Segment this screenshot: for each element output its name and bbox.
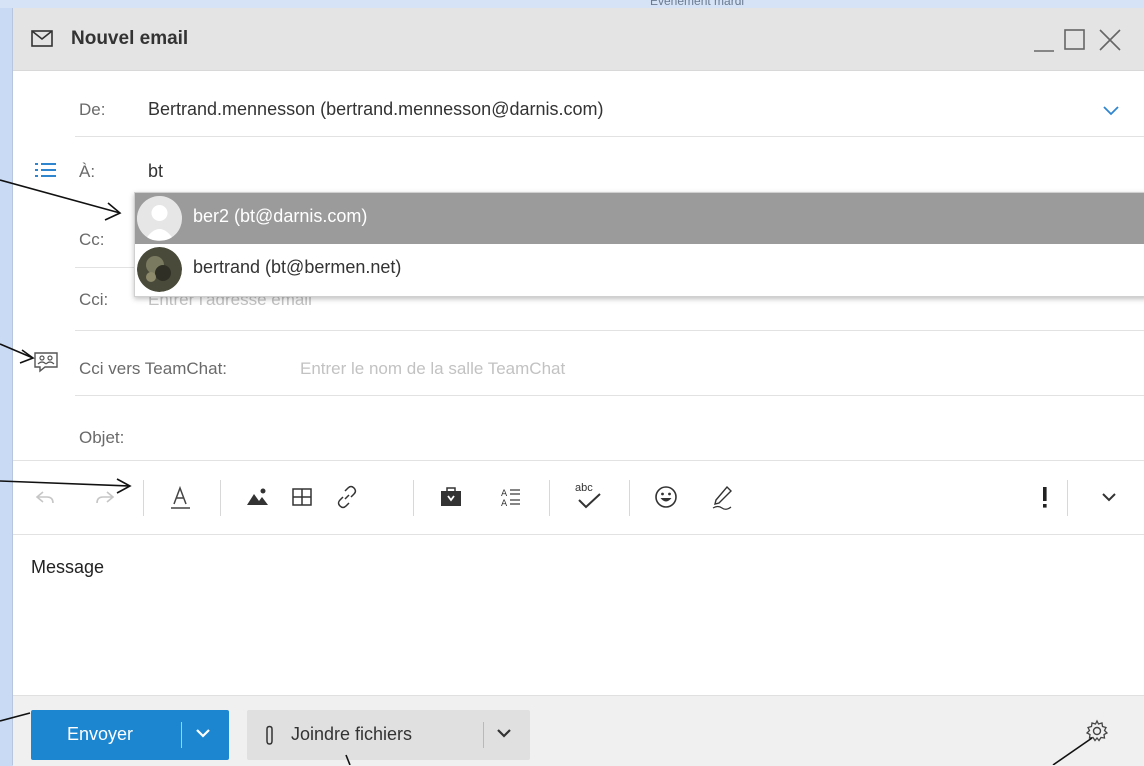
window-title: Nouvel email	[71, 28, 189, 49]
teamchat-icon[interactable]	[33, 351, 59, 378]
paperclip-icon	[263, 725, 277, 752]
subject-row[interactable]: Objet:	[13, 396, 1144, 460]
bcc-label: Cci:	[79, 290, 109, 309]
autocomplete-item-text: bertrand (bt@bermen.net)	[193, 257, 402, 277]
svg-text:A: A	[501, 489, 508, 499]
teamchat-input[interactable]: Entrer le nom de la salle TeamChat	[300, 359, 565, 379]
to-row[interactable]: À: bt	[13, 137, 1144, 197]
to-input[interactable]: bt	[148, 161, 163, 182]
spellcheck-icon[interactable]: abc	[573, 482, 607, 510]
compose-window: Nouvel email De: Bertrand.mennesson (ber…	[12, 8, 1144, 766]
teamchat-label: Cci vers TeamChat:	[79, 359, 228, 378]
toolbar-separator	[220, 480, 221, 516]
editor-toolbar: AA abc	[13, 460, 1144, 535]
from-label: De:	[79, 100, 106, 119]
background-window: Evenement mardi	[0, 0, 1144, 8]
minimize-icon[interactable]	[1030, 26, 1058, 54]
background-text: Evenement mardi	[650, 0, 745, 8]
link-icon[interactable]	[334, 484, 360, 510]
toolbar-separator	[143, 480, 144, 516]
field-icon[interactable]: AA	[498, 484, 524, 510]
table-icon[interactable]	[289, 484, 315, 510]
cc-label: Cc:	[79, 230, 105, 249]
maximize-icon[interactable]	[1061, 26, 1089, 54]
from-row[interactable]: De: Bertrand.mennesson (bertrand.menness…	[13, 70, 1144, 136]
send-options-chevron-icon[interactable]	[194, 726, 212, 745]
send-button[interactable]: Envoyer	[31, 710, 229, 760]
autocomplete-item[interactable]: bertrand (bt@bermen.net)	[135, 244, 1144, 295]
button-separator	[483, 722, 484, 748]
emoji-icon[interactable]	[653, 484, 679, 510]
send-label: Envoyer	[67, 724, 134, 744]
autocomplete-item[interactable]: ber2 (bt@darnis.com)	[135, 193, 1144, 244]
contact-list-icon[interactable]	[35, 162, 57, 183]
subject-label: Objet:	[79, 428, 125, 447]
attach-options-chevron-icon[interactable]	[495, 726, 513, 745]
settings-gear-icon[interactable]	[1085, 719, 1109, 748]
chevron-down-icon[interactable]	[1102, 104, 1120, 122]
image-icon[interactable]	[245, 484, 271, 510]
redo-icon[interactable]	[91, 484, 117, 510]
to-label: À:	[79, 162, 96, 181]
svg-text:A: A	[501, 499, 508, 509]
autocomplete-dropdown: ber2 (bt@darnis.com) bertrand (bt@bermen…	[134, 192, 1144, 297]
toolbar-separator	[1067, 480, 1068, 516]
compose-footer: Envoyer Joindre fichiers	[13, 695, 1144, 766]
mail-icon	[31, 30, 53, 52]
priority-icon[interactable]	[1037, 484, 1053, 510]
signature-icon[interactable]	[710, 484, 736, 510]
more-chevron-icon[interactable]	[1099, 484, 1119, 510]
avatar	[137, 196, 182, 241]
autocomplete-item-text: ber2 (bt@darnis.com)	[193, 206, 368, 226]
attach-label: Joindre fichiers	[291, 724, 413, 744]
undo-icon[interactable]	[33, 484, 59, 510]
avatar	[137, 247, 182, 292]
toolbar-separator	[549, 480, 550, 516]
teamchat-row[interactable]: Cci vers TeamChat: Entrer le nom de la s…	[13, 331, 1144, 395]
toolbar-separator	[629, 480, 630, 516]
message-body[interactable]: Message	[31, 557, 104, 578]
title-bar: Nouvel email	[13, 8, 1144, 71]
text-format-icon[interactable]	[168, 484, 194, 510]
attach-files-button[interactable]: Joindre fichiers	[247, 710, 530, 760]
button-separator	[181, 722, 182, 748]
toolbar-separator	[413, 480, 414, 516]
attachment-box-icon[interactable]	[438, 484, 464, 510]
close-icon[interactable]	[1096, 26, 1124, 54]
from-value[interactable]: Bertrand.mennesson (bertrand.mennesson@d…	[148, 99, 604, 120]
